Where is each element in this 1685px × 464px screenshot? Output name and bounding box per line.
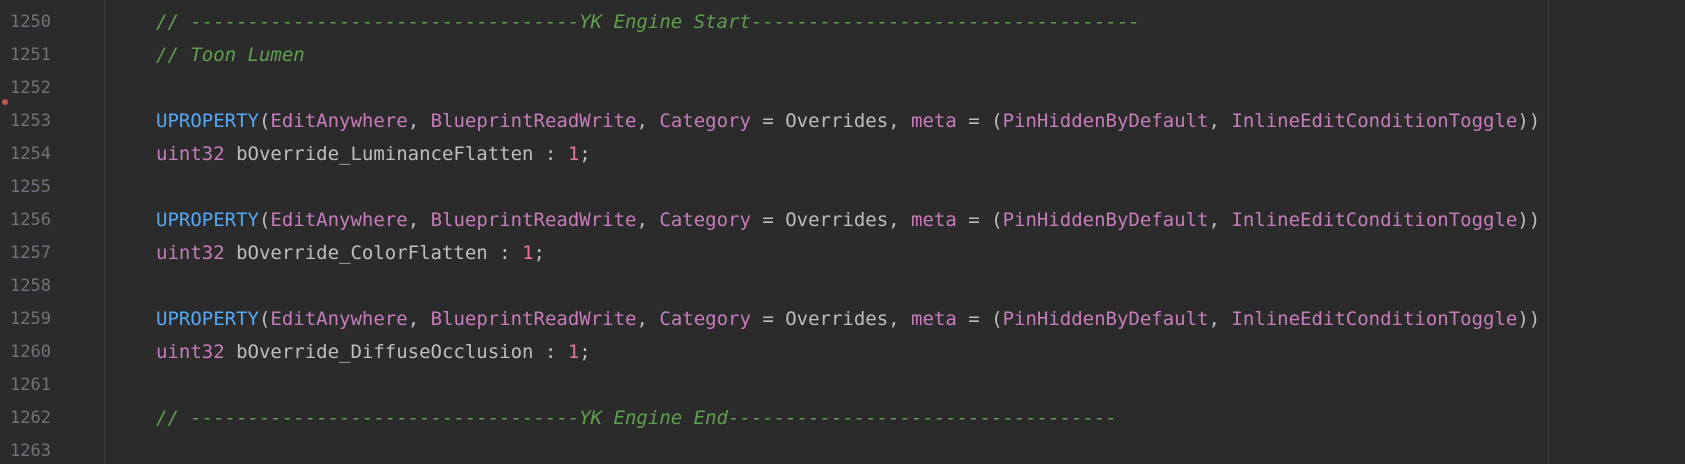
line-number[interactable]: 1256	[10, 204, 70, 237]
code-line[interactable]: 1258	[0, 270, 1685, 303]
code-token-param: InlineEditConditionToggle	[1231, 110, 1518, 132]
code-token-plain: ,	[1208, 308, 1232, 330]
code-editor[interactable]: 1250 // ---------------------------------…	[0, 0, 1685, 464]
code-text[interactable]: // ----------------------------------YK …	[156, 402, 1117, 435]
line-number[interactable]: 1262	[10, 402, 70, 435]
line-number[interactable]: 1251	[10, 39, 70, 72]
code-line[interactable]: 1257 uint32 bOverride_ColorFlatten : 1;	[0, 237, 1685, 270]
code-token-plain: (	[258, 308, 271, 330]
code-token-plain: = (	[956, 209, 1003, 231]
code-token-plain: = Overrides,	[750, 209, 912, 231]
code-token-param: PinHiddenByDefault	[1002, 110, 1209, 132]
code-line[interactable]: 1263	[0, 435, 1685, 464]
code-token-macro: UPROPERTY	[156, 209, 259, 231]
code-token-plain: = (	[956, 110, 1003, 132]
code-token-plain: ,	[636, 209, 660, 231]
code-text[interactable]: UPROPERTY(EditAnywhere, BlueprintReadWri…	[156, 303, 1540, 336]
code-line[interactable]: 1253 UPROPERTY(EditAnywhere, BlueprintRea…	[0, 105, 1685, 138]
code-token-param: meta	[911, 209, 957, 231]
code-line[interactable]: 1250 // ---------------------------------…	[0, 6, 1685, 39]
code-token-plain: bOverride_LuminanceFlatten :	[224, 143, 568, 165]
code-token-param: EditAnywhere	[270, 308, 408, 330]
code-line[interactable]: 1259 UPROPERTY(EditAnywhere, BlueprintRea…	[0, 303, 1685, 336]
code-token-param: Category	[659, 308, 751, 330]
code-line[interactable]: 1251 // Toon Lumen	[0, 39, 1685, 72]
code-line[interactable]: 1254 uint32 bOverride_LuminanceFlatten : …	[0, 138, 1685, 171]
code-token-plain: ;	[533, 242, 545, 264]
line-number[interactable]: 1254	[10, 138, 70, 171]
line-number[interactable]: 1255	[10, 171, 70, 204]
code-line[interactable]: 1262 // ---------------------------------…	[0, 402, 1685, 435]
code-token-param: BlueprintReadWrite	[430, 209, 637, 231]
code-line[interactable]: 1252	[0, 72, 1685, 105]
code-text[interactable]: // Toon Lumen	[156, 39, 305, 72]
code-line[interactable]: 1260 uint32 bOverride_DiffuseOcclusion : …	[0, 336, 1685, 369]
code-token-macro: UPROPERTY	[156, 110, 259, 132]
code-token-plain: ,	[407, 308, 431, 330]
code-token-num: 1	[567, 341, 580, 363]
code-token-plain: ;	[579, 143, 591, 165]
code-text[interactable]: uint32 bOverride_DiffuseOcclusion : 1;	[156, 336, 591, 369]
code-token-param: PinHiddenByDefault	[1002, 308, 1209, 330]
line-number[interactable]: 1258	[10, 270, 70, 303]
code-token-plain: bOverride_ColorFlatten :	[224, 242, 523, 264]
code-token-plain: ,	[407, 209, 431, 231]
code-token-comment: // ----------------------------------YK …	[156, 11, 1140, 33]
line-number[interactable]: 1260	[10, 336, 70, 369]
code-token-comment: // Toon Lumen	[156, 44, 305, 66]
code-token-kw: uint32	[156, 341, 225, 363]
line-number[interactable]: 1250	[10, 6, 70, 39]
code-token-param: meta	[911, 308, 957, 330]
line-number[interactable]: 1259	[10, 303, 70, 336]
code-token-macro: UPROPERTY	[156, 308, 259, 330]
code-token-param: BlueprintReadWrite	[430, 110, 637, 132]
code-token-plain: ,	[636, 308, 660, 330]
code-token-param: InlineEditConditionToggle	[1231, 308, 1518, 330]
code-token-param: EditAnywhere	[270, 110, 408, 132]
line-number[interactable]: 1252	[10, 72, 70, 105]
code-token-kw: uint32	[156, 242, 225, 264]
line-number[interactable]: 1261	[10, 369, 70, 402]
code-token-plain: ;	[579, 341, 591, 363]
code-token-plain: ,	[407, 110, 431, 132]
code-token-plain: (	[258, 110, 271, 132]
code-token-kw: uint32	[156, 143, 225, 165]
code-token-param: PinHiddenByDefault	[1002, 209, 1209, 231]
code-token-plain: bOverride_DiffuseOcclusion :	[224, 341, 568, 363]
code-token-plain: ,	[1208, 209, 1232, 231]
code-token-param: EditAnywhere	[270, 209, 408, 231]
code-token-param: InlineEditConditionToggle	[1231, 209, 1518, 231]
code-token-plain: ))	[1517, 308, 1541, 330]
code-token-num: 1	[567, 143, 580, 165]
code-token-plain: ))	[1517, 110, 1541, 132]
code-line[interactable]: 1261	[0, 369, 1685, 402]
code-token-plain: = (	[956, 308, 1003, 330]
code-token-plain: = Overrides,	[750, 110, 912, 132]
line-number[interactable]: 1263	[10, 435, 70, 464]
code-token-plain: ,	[636, 110, 660, 132]
code-token-comment: // ----------------------------------YK …	[156, 407, 1117, 429]
code-token-param: meta	[911, 110, 957, 132]
code-token-plain: (	[258, 209, 271, 231]
code-text[interactable]: uint32 bOverride_ColorFlatten : 1;	[156, 237, 545, 270]
code-text[interactable]: uint32 bOverride_LuminanceFlatten : 1;	[156, 138, 591, 171]
code-token-plain: ))	[1517, 209, 1541, 231]
code-text[interactable]: UPROPERTY(EditAnywhere, BlueprintReadWri…	[156, 105, 1540, 138]
line-number[interactable]: 1253	[10, 105, 70, 138]
code-token-param: BlueprintReadWrite	[430, 308, 637, 330]
code-token-num: 1	[522, 242, 534, 264]
code-token-plain: ,	[1208, 110, 1232, 132]
code-token-param: Category	[659, 209, 751, 231]
code-token-param: Category	[659, 110, 751, 132]
code-line[interactable]: 1255	[0, 171, 1685, 204]
line-number[interactable]: 1257	[10, 237, 70, 270]
code-token-plain: = Overrides,	[750, 308, 912, 330]
code-text[interactable]: // ----------------------------------YK …	[156, 6, 1140, 39]
code-line[interactable]: 1256 UPROPERTY(EditAnywhere, BlueprintRea…	[0, 204, 1685, 237]
code-text[interactable]: UPROPERTY(EditAnywhere, BlueprintReadWri…	[156, 204, 1540, 237]
